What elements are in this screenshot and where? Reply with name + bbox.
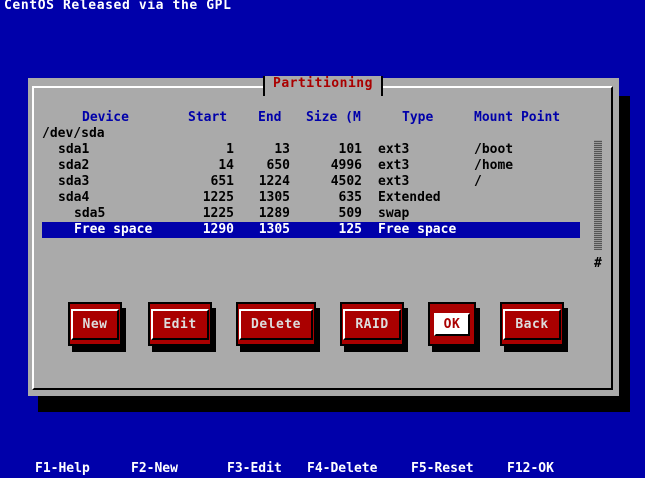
cell-type: ext3 <box>378 142 410 157</box>
cell-start: 1290 <box>202 222 234 237</box>
cell-mount-point: / <box>474 174 482 189</box>
release-banner: CentOS Released via the GPL <box>4 0 232 13</box>
cell-type: swap <box>378 206 410 221</box>
cell-device: sda3 <box>58 174 90 189</box>
f3-edit-hint: F3-Edit <box>227 461 282 476</box>
partition-row-selected[interactable]: Free space 1290 1305 125 Free space <box>42 222 580 238</box>
ok-button-label: OK <box>433 312 471 336</box>
column-mount-point: Mount Point <box>474 110 561 125</box>
f5-reset-hint: F5-Reset <box>411 461 474 476</box>
scrollbar-track[interactable] <box>594 140 602 250</box>
edit-button[interactable]: Edit <box>148 302 216 352</box>
cell-start: 14 <box>218 158 234 173</box>
back-button-face[interactable]: Back <box>500 302 564 346</box>
dialog-title: Partitioning <box>263 76 383 96</box>
partition-row[interactable]: /dev/sda <box>42 126 580 142</box>
cell-device: sda5 <box>74 206 106 221</box>
raid-button[interactable]: RAID <box>340 302 408 352</box>
back-button[interactable]: Back <box>500 302 568 352</box>
scrollbar-marker: # <box>594 256 602 271</box>
cell-end: 1224 <box>258 174 290 189</box>
back-button-label: Back <box>503 308 561 340</box>
delete-button[interactable]: Delete <box>236 302 320 352</box>
cell-size: 4996 <box>330 158 362 173</box>
column-end: End <box>258 110 282 125</box>
cell-start: 1225 <box>202 206 234 221</box>
new-button-label: New <box>70 308 120 340</box>
cell-device: sda1 <box>58 142 90 157</box>
cell-type: ext3 <box>378 174 410 189</box>
f2-new-hint: F2-New <box>131 461 178 476</box>
f12-ok-hint: F12-OK <box>507 461 554 476</box>
new-button-face[interactable]: New <box>68 302 122 346</box>
function-key-bar: F1-Help F2-New F3-Edit F4-Delete F5-Rese… <box>0 460 645 478</box>
cell-size: 101 <box>338 142 362 157</box>
cell-end: 650 <box>266 158 290 173</box>
ok-button[interactable]: OK <box>428 302 480 352</box>
cell-mount-point: /boot <box>474 142 514 157</box>
partition-list-header: Device Start End Size (M Type Mount Poin… <box>42 110 596 126</box>
cell-device: Free space <box>74 222 153 237</box>
cell-start: 651 <box>210 174 234 189</box>
partition-row[interactable]: sda1 1 13 101 ext3/boot <box>42 142 580 158</box>
edit-button-face[interactable]: Edit <box>148 302 212 346</box>
column-type: Type <box>402 110 434 125</box>
column-device: Device <box>82 110 129 125</box>
cell-end: 1305 <box>258 190 290 205</box>
cell-size: 635 <box>338 190 362 205</box>
cell-type: Free space <box>378 222 457 237</box>
raid-button-face[interactable]: RAID <box>340 302 404 346</box>
cell-device: sda4 <box>58 190 90 205</box>
cell-device: /dev/sda <box>42 126 105 141</box>
cell-start: 1225 <box>202 190 234 205</box>
installer-screen: CentOS Released via the GPL Partitioning… <box>0 0 645 478</box>
cell-type: ext3 <box>378 158 410 173</box>
new-button[interactable]: New <box>68 302 126 352</box>
partition-row[interactable]: sda4 1225 1305 635 Extended <box>42 190 580 206</box>
cell-mount-point: /home <box>474 158 514 173</box>
partition-row[interactable]: sda3 651 1224 4502 ext3 / <box>42 174 580 190</box>
partition-row[interactable]: sda5 1225 1289 509 swap <box>42 206 580 222</box>
cell-end: 13 <box>274 142 290 157</box>
f1-help-hint: F1-Help <box>35 461 90 476</box>
cell-end: 1289 <box>258 206 290 221</box>
partition-row[interactable]: sda2 14 650 4996 ext3/home <box>42 158 580 174</box>
cell-device: sda2 <box>58 158 90 173</box>
ok-button-face[interactable]: OK <box>428 302 476 346</box>
cell-type: Extended <box>378 190 441 205</box>
list-scrollbar[interactable]: # <box>594 140 604 270</box>
partition-list[interactable]: Device Start End Size (M Type Mount Poin… <box>42 110 596 272</box>
column-start: Start <box>188 110 228 125</box>
edit-button-label: Edit <box>151 308 209 340</box>
cell-size: 125 <box>338 222 362 237</box>
raid-button-label: RAID <box>343 308 401 340</box>
column-size: Size (M <box>306 110 361 125</box>
f4-delete-hint: F4-Delete <box>307 461 378 476</box>
cell-size: 4502 <box>330 174 362 189</box>
delete-button-face[interactable]: Delete <box>236 302 316 346</box>
cell-end: 1305 <box>258 222 290 237</box>
cell-size: 509 <box>338 206 362 221</box>
delete-button-label: Delete <box>239 308 313 340</box>
cell-start: 1 <box>226 142 234 157</box>
partitioning-dialog: Partitioning Device Start End Size (M Ty… <box>28 76 619 396</box>
